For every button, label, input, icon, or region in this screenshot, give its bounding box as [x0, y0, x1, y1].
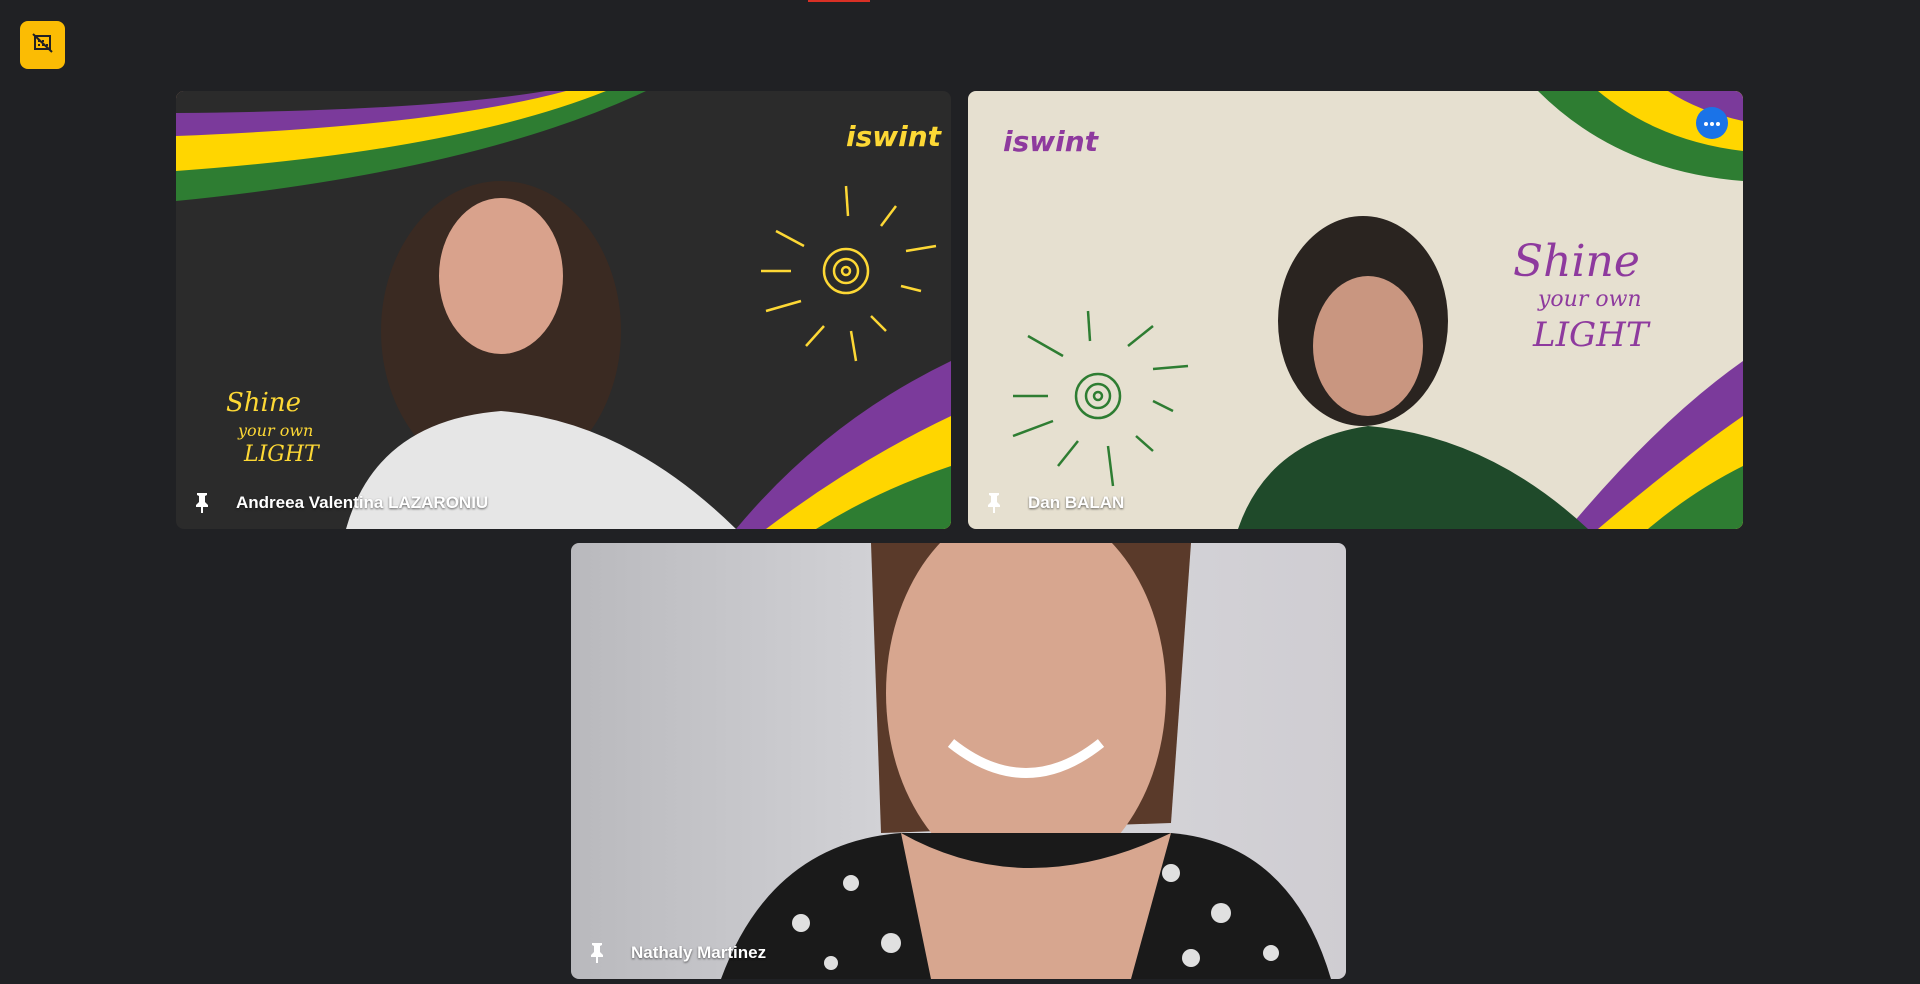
- participant-video-dan: Shine your own LIGHT iswint: [968, 91, 1743, 529]
- svg-text:LIGHT: LIGHT: [1532, 315, 1651, 355]
- visual-effects-off-icon: [31, 31, 55, 60]
- pin-icon[interactable]: [585, 941, 609, 965]
- participant-label: Nathaly Martinez: [585, 941, 766, 965]
- svg-text:your own: your own: [1537, 287, 1642, 312]
- participant-tile-nathaly[interactable]: Nathaly Martinez: [571, 543, 1346, 979]
- participant-label: Dan BALAN: [982, 491, 1124, 515]
- participant-name: Dan BALAN: [1028, 493, 1125, 512]
- participant-video-nathaly: [571, 543, 1346, 979]
- participant-tile-andreea[interactable]: Shine your own LIGHT iswint Andreea Vale…: [176, 91, 951, 529]
- top-status-indicator: [808, 0, 870, 2]
- pin-icon[interactable]: [190, 491, 214, 515]
- meeting-stage: Shine your own LIGHT iswint Andreea Vale…: [0, 0, 1920, 984]
- svg-text:Shine: Shine: [1513, 236, 1640, 287]
- pin-icon[interactable]: [982, 491, 1006, 515]
- svg-text:iswint: iswint: [1003, 125, 1100, 158]
- svg-text:LIGHT: LIGHT: [243, 442, 321, 467]
- visual-effects-button[interactable]: [20, 21, 65, 69]
- participant-tile-dan[interactable]: Shine your own LIGHT iswint Dan BALAN: [968, 91, 1743, 529]
- svg-text:iswint: iswint: [846, 120, 943, 153]
- svg-text:Shine: Shine: [226, 388, 301, 418]
- more-options-button[interactable]: [1696, 107, 1728, 139]
- participant-video-andreea: Shine your own LIGHT iswint: [176, 91, 951, 529]
- more-options-icon: [1703, 114, 1721, 132]
- svg-text:your own: your own: [237, 421, 313, 440]
- participant-name: Nathaly Martinez: [631, 943, 767, 962]
- participant-label: Andreea Valentina LAZARONIU: [190, 491, 488, 515]
- participant-name: Andreea Valentina LAZARONIU: [236, 493, 489, 512]
